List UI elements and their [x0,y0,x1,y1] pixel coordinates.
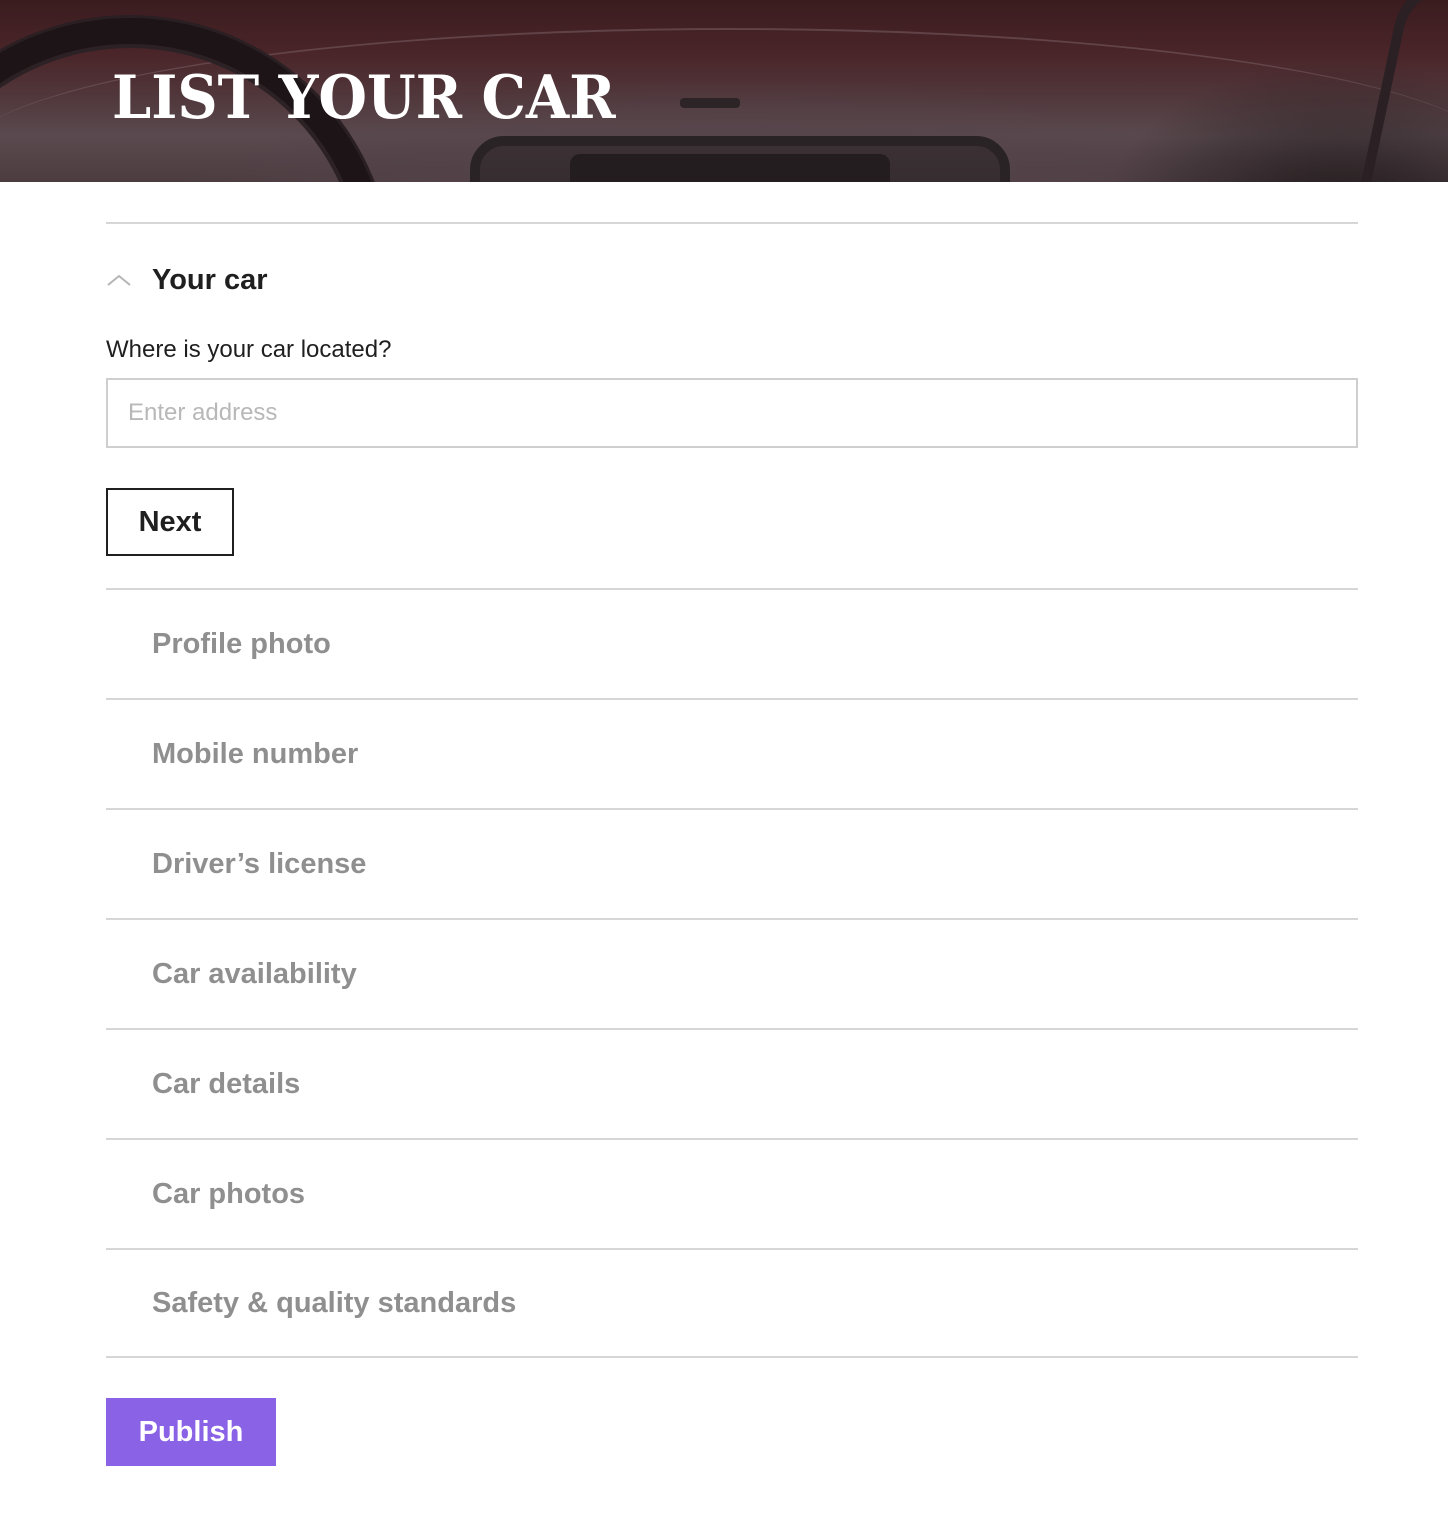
section-label: Driver’s license [152,847,367,880]
section-car-details[interactable]: Car details [106,1028,1358,1138]
dashboard-vent-graphic [680,98,740,108]
section-label: Car photos [152,1177,306,1210]
console-screen-graphic [570,154,890,182]
section-label: Car availability [152,957,357,990]
section-label: Mobile number [152,737,359,770]
listing-form: Your car Where is your car located? Next… [106,222,1358,1358]
chevron-up-icon [106,267,132,293]
section-your-car-header[interactable]: Your car [106,260,268,300]
section-your-car: Your car Where is your car located? Next [106,224,1358,588]
hero-banner: LIST YOUR CAR [0,0,1448,182]
page-title: LIST YOUR CAR [112,63,616,133]
section-label: Car details [152,1067,301,1100]
section-safety-standards[interactable]: Safety & quality standards [106,1248,1358,1358]
section-drivers-license[interactable]: Driver’s license [106,808,1358,918]
publish-button[interactable]: Publish [106,1398,276,1466]
address-label: Where is your car located? [106,336,392,363]
section-car-availability[interactable]: Car availability [106,918,1358,1028]
section-title: Your car [152,263,268,296]
section-car-photos[interactable]: Car photos [106,1138,1358,1248]
section-label: Safety & quality standards [152,1286,517,1319]
next-button[interactable]: Next [106,488,234,556]
section-label: Profile photo [152,627,331,660]
section-profile-photo[interactable]: Profile photo [106,588,1358,698]
section-mobile-number[interactable]: Mobile number [106,698,1358,808]
address-input[interactable] [106,378,1358,448]
